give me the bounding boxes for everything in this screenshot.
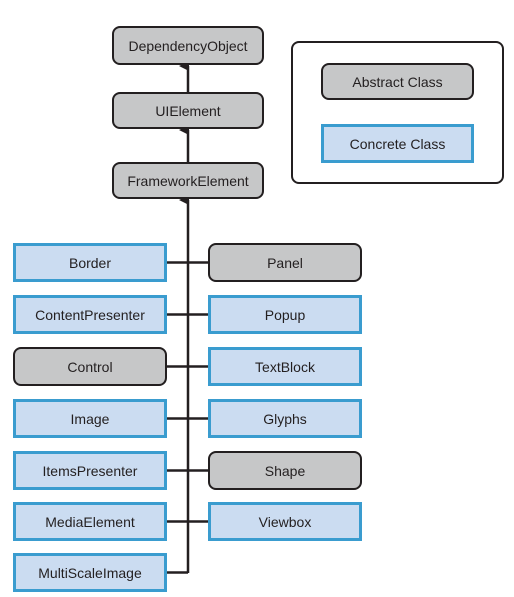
node-label: MediaElement [45, 513, 135, 530]
node-label: Image [70, 410, 110, 427]
node-multi-scale-image: MultiScaleImage [13, 553, 167, 592]
node-content-presenter: ContentPresenter [13, 295, 167, 334]
node-label: Panel [267, 254, 303, 271]
node-frameworkelement: FrameworkElement [112, 162, 264, 199]
node-label: Viewbox [258, 513, 312, 530]
node-label: TextBlock [255, 358, 315, 375]
node-popup: Popup [208, 295, 362, 334]
node-label: Shape [264, 462, 306, 479]
node-uielement: UIElement [112, 92, 264, 129]
node-control: Control [13, 347, 167, 386]
node-label: DependencyObject [128, 37, 248, 54]
node-label: Control [67, 358, 113, 375]
legend-abstract-class: Abstract Class [321, 63, 474, 100]
legend-concrete-class: Concrete Class [321, 124, 474, 163]
node-items-presenter: ItemsPresenter [13, 451, 167, 490]
node-viewbox: Viewbox [208, 502, 362, 541]
node-media-element: MediaElement [13, 502, 167, 541]
node-dependencyobject: DependencyObject [112, 26, 264, 65]
node-text-block: TextBlock [208, 347, 362, 386]
node-border: Border [13, 243, 167, 282]
node-label: Popup [264, 306, 306, 323]
node-label: UIElement [155, 102, 221, 119]
node-label: ContentPresenter [35, 306, 145, 323]
node-image: Image [13, 399, 167, 438]
node-label: Glyphs [263, 410, 307, 427]
node-label: MultiScaleImage [38, 564, 142, 581]
legend-abstract-label: Abstract Class [352, 73, 443, 90]
node-glyphs: Glyphs [208, 399, 362, 438]
node-shape: Shape [208, 451, 362, 490]
legend-concrete-label: Concrete Class [349, 135, 446, 152]
node-panel: Panel [208, 243, 362, 282]
node-label: FrameworkElement [127, 172, 249, 189]
node-label: Border [68, 254, 112, 271]
node-label: ItemsPresenter [42, 462, 138, 479]
